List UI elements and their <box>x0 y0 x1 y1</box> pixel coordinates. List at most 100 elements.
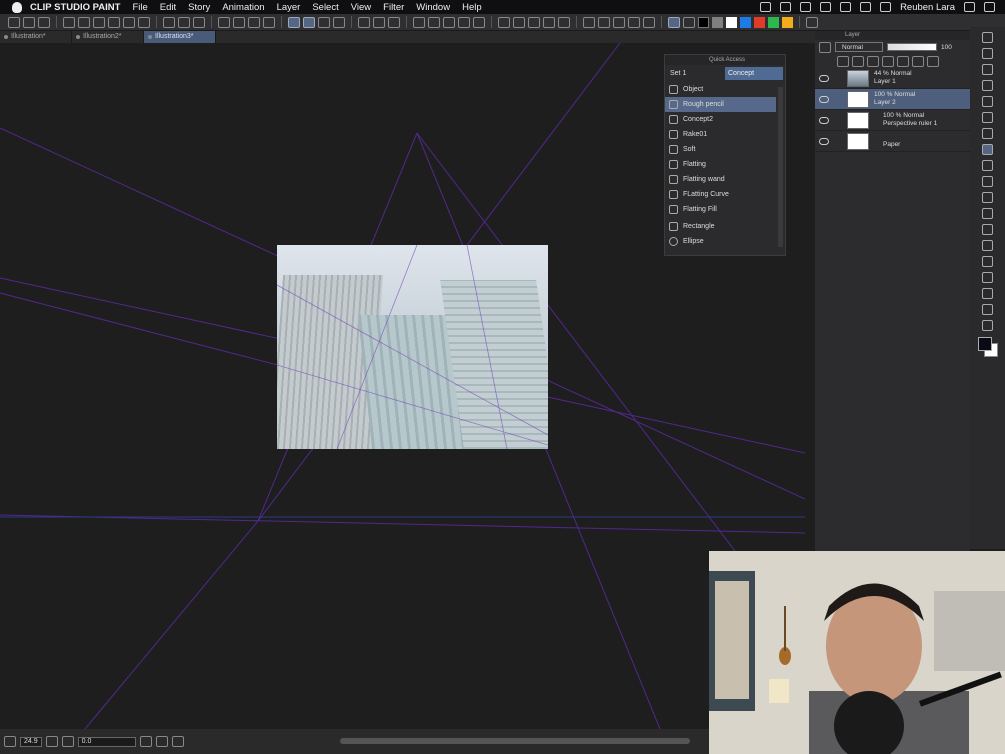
undo-icon[interactable] <box>123 16 135 28</box>
text-tool-icon[interactable] <box>982 288 993 299</box>
move-icon[interactable] <box>982 64 993 75</box>
fill-icon[interactable] <box>178 16 190 28</box>
qa-item-flatting-curve[interactable]: FLatting Curve <box>665 187 776 202</box>
menu-select[interactable]: Select <box>312 2 338 13</box>
blend-tool-icon[interactable] <box>982 208 993 219</box>
menu-story[interactable]: Story <box>188 2 210 13</box>
qa-item-flatting-fill[interactable]: Flatting Fill <box>665 202 776 217</box>
eraser-tool-icon[interactable] <box>982 192 993 203</box>
zoom-field[interactable]: 24.9 <box>20 736 42 747</box>
pencil-tool-icon[interactable] <box>982 144 993 155</box>
lock-icon[interactable] <box>837 55 849 67</box>
menu-layer[interactable]: Layer <box>277 2 301 13</box>
layer-option-icon[interactable] <box>819 41 831 53</box>
shape-icon[interactable] <box>443 16 455 28</box>
delete-layer-icon[interactable] <box>927 55 939 67</box>
pen-setting-icon[interactable] <box>358 16 370 28</box>
airplay-icon[interactable] <box>860 2 872 12</box>
fill-tool-icon[interactable] <box>982 224 993 235</box>
color-swatch-red[interactable] <box>754 16 765 28</box>
snap2-icon[interactable] <box>263 16 275 28</box>
layer-row-layer1[interactable]: 44 % Normal Layer 1 <box>815 68 970 89</box>
copy-icon[interactable] <box>63 16 75 28</box>
apple-icon[interactable] <box>12 1 22 13</box>
perspective-ruler-icon[interactable] <box>288 16 300 28</box>
ruler-tool-icon[interactable] <box>982 272 993 283</box>
pen-tool-icon[interactable] <box>982 128 993 139</box>
dropbox-icon[interactable] <box>800 2 812 12</box>
opacity-value[interactable]: 100 <box>941 44 952 51</box>
wifi-icon[interactable] <box>840 2 852 12</box>
quick-access-scrollbar[interactable] <box>778 87 783 247</box>
color-swatch-blue[interactable] <box>740 16 751 28</box>
rotate-right-icon[interactable] <box>155 736 168 747</box>
open-file-icon[interactable] <box>23 16 35 28</box>
mask-icon[interactable] <box>882 55 894 67</box>
rotate-icon[interactable] <box>558 16 570 28</box>
menu-window[interactable]: Window <box>416 2 450 13</box>
opacity-slider[interactable] <box>887 43 937 51</box>
frame-tool-icon[interactable] <box>982 256 993 267</box>
tab-illustration3[interactable]: Illustration3* <box>144 31 216 43</box>
layers-icon[interactable] <box>628 16 640 28</box>
zoom-icon[interactable] <box>982 32 993 43</box>
snap-special-ruler-icon[interactable] <box>318 16 330 28</box>
qa-item-flatting[interactable]: Flatting <box>665 157 776 172</box>
menu-help[interactable]: Help <box>462 2 482 13</box>
transparent-icon[interactable] <box>683 16 695 28</box>
layer-row-paper[interactable]: Paper <box>815 131 970 152</box>
volume-icon[interactable] <box>880 2 892 12</box>
menu-animation[interactable]: Animation <box>222 2 264 13</box>
new-folder-icon[interactable] <box>912 55 924 67</box>
selection-tool-icon[interactable] <box>982 80 993 91</box>
qa-item-rough-pencil[interactable]: Rough pencil <box>665 97 776 112</box>
grid-icon[interactable] <box>513 16 525 28</box>
layer-row-layer2[interactable]: 100 % Normal Layer 2 <box>815 89 970 110</box>
gradient-tool-icon[interactable] <box>982 240 993 251</box>
color-swatch-green[interactable] <box>768 16 779 28</box>
color-swatch-orange[interactable] <box>782 16 793 28</box>
image-icon[interactable] <box>598 16 610 28</box>
crop-icon[interactable] <box>498 16 510 28</box>
brush-tool-icon[interactable] <box>982 160 993 171</box>
balloon-tool-icon[interactable] <box>982 304 993 315</box>
qa-item-concept2[interactable]: Concept2 <box>665 112 776 127</box>
reference-icon[interactable] <box>867 55 879 67</box>
bluetooth-icon[interactable] <box>820 2 832 12</box>
tab-illustration2[interactable]: Illustration2* <box>72 31 144 43</box>
foreground-color[interactable] <box>977 337 992 351</box>
color-swatch-gray[interactable] <box>712 16 723 28</box>
redo-icon[interactable] <box>138 16 150 28</box>
zoom-out-icon[interactable] <box>45 736 58 747</box>
clear-icon[interactable] <box>108 16 120 28</box>
correct-line-tool-icon[interactable] <box>982 320 993 331</box>
rotate-left-icon[interactable] <box>139 736 152 747</box>
qa-item-flatting-wand[interactable]: Flatting wand <box>665 172 776 187</box>
zoom-in-icon[interactable] <box>61 736 74 747</box>
qa-item-soft[interactable]: Soft <box>665 142 776 157</box>
clip-icon[interactable] <box>852 55 864 67</box>
color-swatch-white[interactable] <box>726 16 737 28</box>
export-icon[interactable] <box>583 16 595 28</box>
eyedropper-icon[interactable] <box>668 16 680 28</box>
cut-icon[interactable] <box>93 16 105 28</box>
eye-icon[interactable] <box>819 74 829 82</box>
new-file-icon[interactable] <box>8 16 20 28</box>
brush-setting-icon[interactable] <box>373 16 385 28</box>
cloud-icon[interactable] <box>760 2 772 12</box>
search-icon[interactable] <box>964 2 975 12</box>
ruler-icon[interactable] <box>218 16 230 28</box>
lasso-icon[interactable] <box>428 16 440 28</box>
eye-icon[interactable] <box>819 137 829 145</box>
qa-item-rectangle[interactable]: Rectangle <box>665 219 776 234</box>
eye-icon[interactable] <box>819 116 829 124</box>
transform-icon[interactable] <box>193 16 205 28</box>
paste-icon[interactable] <box>78 16 90 28</box>
layer-row-perspective-ruler[interactable]: 100 % Normal Perspective ruler 1 <box>815 110 970 131</box>
menu-edit[interactable]: Edit <box>160 2 176 13</box>
selection-icon[interactable] <box>413 16 425 28</box>
mesh-icon[interactable] <box>528 16 540 28</box>
eye-icon[interactable] <box>819 95 829 103</box>
set-1-tab[interactable]: Set 1 <box>667 67 725 80</box>
new-layer-icon[interactable] <box>897 55 909 67</box>
